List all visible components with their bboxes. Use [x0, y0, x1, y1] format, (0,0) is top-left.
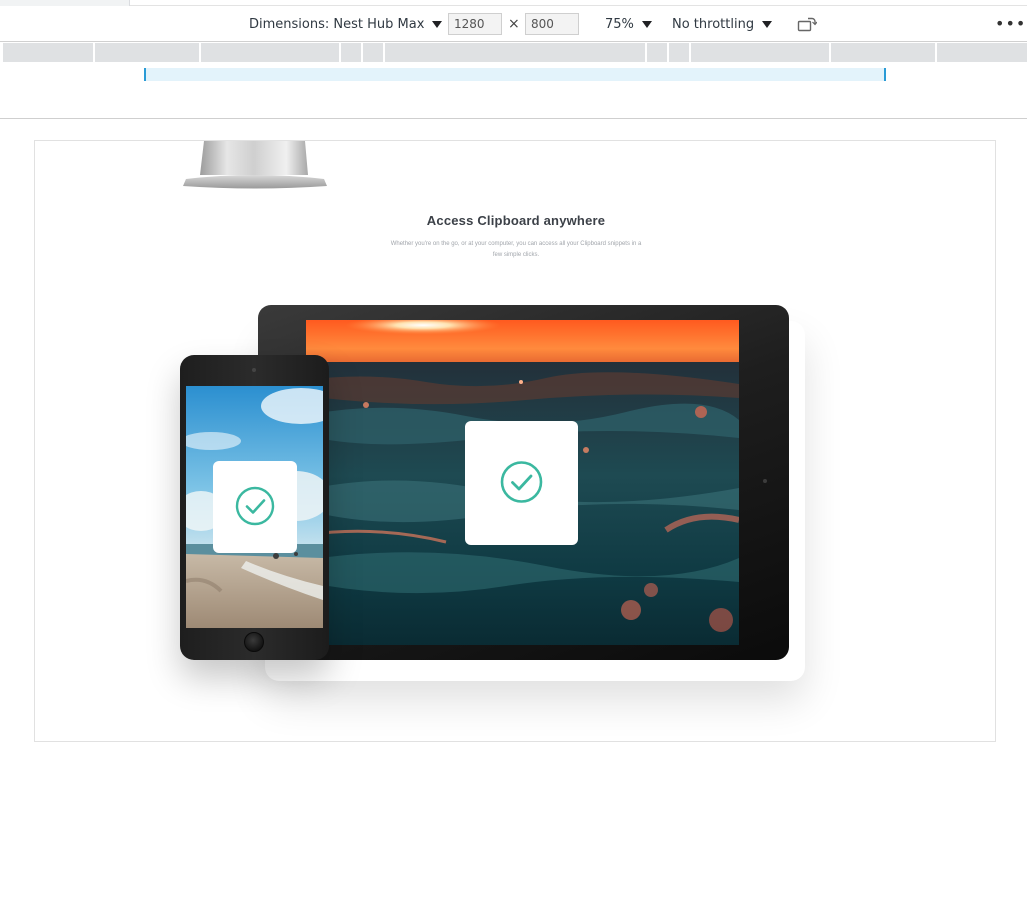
zoom-dropdown[interactable]: 75%: [605, 6, 652, 42]
width-input[interactable]: 1280: [448, 13, 502, 35]
media-query-segment[interactable]: [669, 43, 691, 62]
section-title: Access Clipboard anywhere: [426, 213, 606, 228]
height-input[interactable]: 800: [525, 13, 579, 35]
phone-camera: [252, 368, 256, 372]
phone-device-image: [180, 355, 329, 660]
throttling-label: No throttling: [672, 16, 755, 32]
media-query-segment[interactable]: [937, 43, 1027, 62]
media-query-segment[interactable]: [831, 43, 937, 62]
device-toolbar: Dimensions: Nest Hub Max 1280 × 800 75% …: [0, 6, 1027, 42]
tablet-camera: [763, 479, 767, 483]
rotate-icon[interactable]: [797, 16, 817, 32]
media-query-segment[interactable]: [201, 43, 341, 62]
media-query-segment[interactable]: [647, 43, 669, 62]
chevron-down-icon: [762, 20, 773, 28]
tablet-screen: [306, 320, 739, 645]
home-button: [244, 632, 264, 652]
tablet-device-image: [258, 305, 789, 660]
chevron-down-icon: [432, 20, 443, 28]
media-query-segment[interactable]: [691, 43, 831, 62]
dimensions-dropdown[interactable]: Dimensions: Nest Hub Max: [249, 6, 443, 42]
ruler-divider: [0, 118, 1027, 119]
viewport-ruler: [144, 68, 886, 81]
more-options-icon[interactable]: •••: [995, 14, 1026, 33]
media-query-bar[interactable]: [3, 43, 1027, 62]
chevron-down-icon: [641, 20, 652, 28]
throttling-dropdown[interactable]: No throttling: [672, 6, 773, 42]
check-circle-icon: [500, 461, 543, 503]
monitor-stand-image: [183, 141, 327, 189]
device-viewport: Access Clipboard anywhere Whether you're…: [34, 140, 996, 742]
zoom-label: 75%: [605, 16, 634, 32]
media-query-segment[interactable]: [363, 43, 385, 62]
check-circle-icon: [235, 486, 275, 526]
phone-screen: [186, 386, 323, 628]
dimensions-label: Dimensions: Nest Hub Max: [249, 16, 425, 32]
media-query-segment[interactable]: [385, 43, 647, 62]
media-query-segment[interactable]: [95, 43, 201, 62]
media-query-segment[interactable]: [341, 43, 363, 62]
times-separator: ×: [508, 16, 520, 32]
confirmation-card: [213, 461, 297, 553]
confirmation-card: [465, 421, 578, 545]
section-subtitle: Whether you're on the go, or at your com…: [390, 241, 642, 258]
media-query-segment[interactable]: [3, 43, 95, 62]
